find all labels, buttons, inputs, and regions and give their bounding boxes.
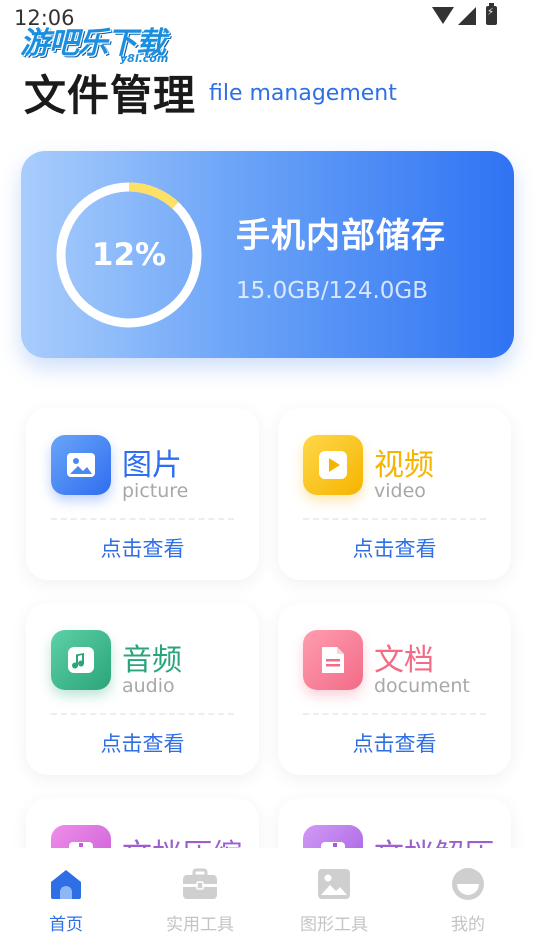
nav-label: 首页 bbox=[49, 915, 83, 935]
profile-icon bbox=[450, 866, 486, 902]
home-icon bbox=[48, 866, 84, 902]
category-english: document bbox=[374, 675, 470, 697]
internal-storage-card[interactable]: 12% 手机内部储存 15.0GB/124.0GB bbox=[21, 151, 514, 358]
page-title: 文件管理 bbox=[24, 71, 197, 120]
image-icon bbox=[316, 866, 352, 902]
image-icon bbox=[51, 435, 111, 495]
storage-percent: 12% bbox=[91, 237, 167, 273]
category-name: 音频 bbox=[122, 643, 182, 678]
page-subtitle: file management bbox=[209, 81, 397, 106]
music-note-icon bbox=[51, 630, 111, 690]
view-button[interactable]: 点击查看 bbox=[26, 533, 259, 563]
divider bbox=[51, 518, 234, 520]
bottom-navigation: 首页 实用工具 图形工具 我的 bbox=[0, 848, 535, 951]
view-button[interactable]: 点击查看 bbox=[26, 728, 259, 758]
divider bbox=[303, 518, 486, 520]
nav-item-home[interactable]: 首页 bbox=[11, 866, 121, 935]
category-name: 文档 bbox=[374, 643, 434, 678]
wifi-icon bbox=[432, 7, 454, 24]
category-card-document[interactable]: 文档 document 点击查看 bbox=[278, 603, 511, 775]
category-name: 视频 bbox=[374, 448, 434, 483]
nav-item-mine[interactable]: 我的 bbox=[413, 866, 523, 935]
file-manager-screen: 12:06 游吧乐下载 y8l.com 文件管理 file management… bbox=[0, 0, 535, 951]
storage-title: 手机内部储存 bbox=[236, 216, 446, 256]
nav-label: 图形工具 bbox=[300, 915, 368, 935]
status-icons bbox=[432, 3, 497, 25]
nav-item-tools[interactable]: 实用工具 bbox=[145, 866, 255, 935]
category-english: video bbox=[374, 480, 426, 502]
toolbox-icon bbox=[182, 866, 218, 902]
view-button[interactable]: 点击查看 bbox=[278, 728, 511, 758]
battery-icon bbox=[486, 3, 497, 25]
view-button[interactable]: 点击查看 bbox=[278, 533, 511, 563]
category-card-audio[interactable]: 音频 audio 点击查看 bbox=[26, 603, 259, 775]
nav-label: 实用工具 bbox=[166, 915, 234, 935]
nav-label: 我的 bbox=[451, 915, 485, 935]
divider bbox=[51, 713, 234, 715]
nav-item-graphics[interactable]: 图形工具 bbox=[279, 866, 389, 935]
divider bbox=[303, 713, 486, 715]
play-icon bbox=[303, 435, 363, 495]
signal-icon bbox=[458, 6, 476, 25]
storage-usage: 15.0GB/124.0GB bbox=[236, 278, 429, 304]
watermark-logo: 游吧乐下载 y8l.com bbox=[20, 18, 190, 66]
category-card-picture[interactable]: 图片 picture 点击查看 bbox=[26, 408, 259, 580]
category-english: picture bbox=[122, 480, 189, 502]
category-card-video[interactable]: 视频 video 点击查看 bbox=[278, 408, 511, 580]
file-icon bbox=[303, 630, 363, 690]
category-name: 图片 bbox=[122, 448, 182, 483]
category-english: audio bbox=[122, 675, 175, 697]
